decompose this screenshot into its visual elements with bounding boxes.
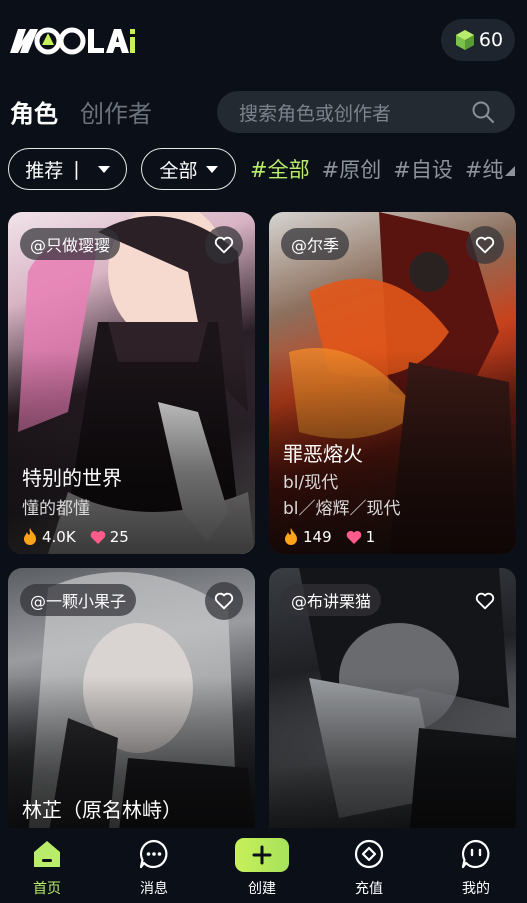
fire-icon bbox=[24, 528, 36, 545]
heart-outline-icon bbox=[214, 236, 234, 254]
card-title: 罪恶熔火 bbox=[283, 442, 363, 466]
chat-icon bbox=[139, 839, 168, 869]
nav-recharge-label: 充值 bbox=[355, 881, 383, 897]
nav-home[interactable]: 首页 bbox=[17, 838, 77, 898]
nav-recharge[interactable]: 充值 bbox=[339, 838, 399, 898]
nav-messages-label: 消息 bbox=[140, 881, 168, 897]
hashtag-self-set[interactable]: #自设 bbox=[393, 154, 453, 184]
nav-profile[interactable]: 我的 bbox=[446, 838, 506, 898]
card-views: 4.0K bbox=[42, 528, 76, 546]
more-tags-icon[interactable] bbox=[505, 166, 515, 176]
app-logo bbox=[8, 22, 136, 58]
tab-role[interactable]: 角色 bbox=[10, 94, 58, 129]
heart-outline-icon bbox=[475, 592, 495, 610]
card-stats: 149 1 bbox=[283, 528, 375, 546]
card-author[interactable]: @一颗小果子 bbox=[20, 584, 137, 616]
card-stats: 4.0K 25 bbox=[22, 528, 129, 546]
logo-wordmark-icon bbox=[10, 27, 135, 55]
fire-icon bbox=[285, 528, 297, 545]
favorite-button[interactable] bbox=[466, 582, 504, 620]
character-card[interactable]: @尔季 罪恶熔火 bl/现代 bl／熔辉／现代 149 1 bbox=[269, 212, 516, 554]
nav-create-label: 创建 bbox=[248, 881, 276, 897]
tabs-row: 角色 创作者 搜索角色或创作者 bbox=[0, 88, 527, 136]
card-subtitle: 懂的都懂 bbox=[22, 499, 90, 519]
card-author[interactable]: @布讲栗猫 bbox=[281, 584, 382, 616]
favorite-button[interactable] bbox=[205, 582, 243, 620]
nav-home-label: 首页 bbox=[33, 881, 61, 897]
card-author[interactable]: @只做璎璎 bbox=[20, 228, 121, 260]
favorite-button[interactable] bbox=[205, 226, 243, 264]
card-author[interactable]: @尔季 bbox=[281, 228, 350, 260]
filter-row: 推荐 | 全部 #全部 #原创 #自设 #纯 bbox=[0, 148, 527, 192]
search-input[interactable]: 搜索角色或创作者 bbox=[217, 91, 515, 133]
search-placeholder: 搜索角色或创作者 bbox=[239, 102, 392, 125]
heart-icon bbox=[346, 530, 361, 544]
card-overlay bbox=[269, 676, 516, 838]
card-tags: bl／熔辉／现代 bbox=[283, 499, 401, 519]
character-card[interactable]: @布讲栗猫 bbox=[269, 568, 516, 838]
heart-outline-icon bbox=[214, 592, 234, 610]
category-dropdown[interactable]: 全部 bbox=[141, 148, 236, 190]
card-title: 特别的世界 bbox=[22, 466, 122, 490]
nav-profile-label: 我的 bbox=[462, 881, 490, 897]
card-views: 149 bbox=[303, 528, 332, 546]
favorite-button[interactable] bbox=[466, 226, 504, 264]
gem-count: 60 bbox=[478, 29, 504, 51]
character-card[interactable]: @一颗小果子 林芷（原名林峙） bbox=[8, 568, 255, 838]
sort-dropdown[interactable]: 推荐 | bbox=[8, 148, 127, 190]
nav-messages[interactable]: 消息 bbox=[124, 838, 184, 898]
sort-label: 推荐 bbox=[25, 159, 64, 182]
card-likes: 25 bbox=[109, 528, 129, 546]
heart-outline-icon bbox=[475, 236, 495, 254]
plus-icon bbox=[252, 845, 272, 865]
character-card[interactable]: @只做璎璎 特别的世界 懂的都懂 4.0K 25 bbox=[8, 212, 255, 554]
hashtag-original[interactable]: #原创 bbox=[322, 154, 382, 184]
gem-balance-badge[interactable]: 60 bbox=[441, 19, 515, 61]
create-button[interactable] bbox=[235, 838, 289, 872]
chevron-down-icon bbox=[205, 165, 218, 173]
sort-separator: | bbox=[73, 158, 80, 180]
profile-face-icon bbox=[461, 839, 490, 869]
hashtag-list: #全部 #原创 #自设 #纯 bbox=[250, 154, 503, 184]
category-label: 全部 bbox=[159, 159, 198, 182]
gem-icon bbox=[455, 30, 474, 50]
home-icon bbox=[34, 841, 60, 867]
tab-creator[interactable]: 创作者 bbox=[80, 94, 152, 129]
card-subtitle: bl/现代 bbox=[283, 473, 339, 493]
hashtag-pure[interactable]: #纯 bbox=[465, 154, 504, 184]
nav-create[interactable]: 创建 bbox=[232, 838, 292, 898]
app-header: 60 bbox=[0, 0, 527, 80]
bottom-nav: 首页 消息 创建 充值 我的 bbox=[0, 828, 527, 903]
chevron-down-icon bbox=[97, 165, 110, 173]
card-overlay bbox=[8, 348, 255, 554]
hashtag-all[interactable]: #全部 bbox=[250, 154, 310, 184]
search-icon[interactable] bbox=[471, 100, 495, 124]
card-title: 林芷（原名林峙） bbox=[22, 798, 182, 822]
diamond-circle-icon bbox=[354, 839, 384, 869]
card-likes: 1 bbox=[365, 528, 376, 546]
heart-icon bbox=[90, 530, 106, 544]
